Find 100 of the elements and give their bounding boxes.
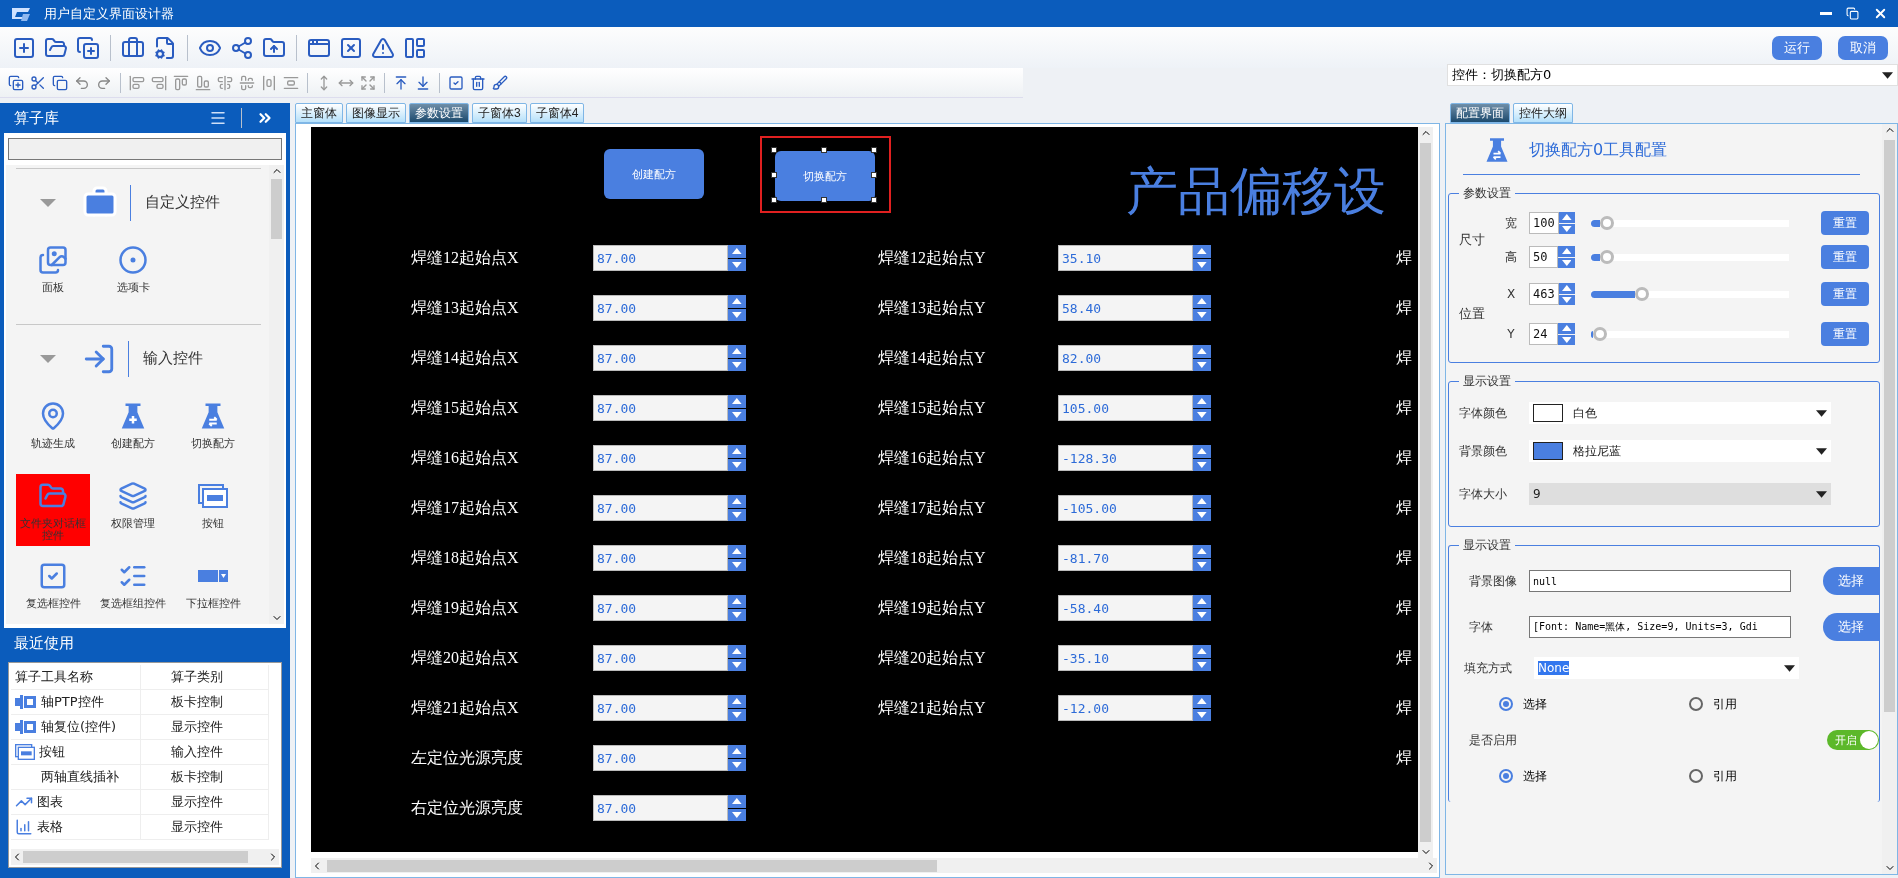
step-up-button[interactable]: [1193, 495, 1211, 508]
table-row[interactable]: 图表: [11, 790, 141, 815]
tab[interactable]: 图像显示: [346, 103, 406, 123]
number-field[interactable]: 87.00: [593, 395, 728, 421]
number-field[interactable]: 87.00: [593, 495, 728, 521]
radio-option[interactable]: 选择: [1499, 695, 1689, 713]
number-field[interactable]: 87.00: [593, 545, 728, 571]
step-down-button[interactable]: [728, 408, 746, 421]
text-field[interactable]: null: [1529, 570, 1791, 592]
step-up-button[interactable]: [728, 795, 746, 808]
library-item[interactable]: 复选框组控件: [96, 554, 170, 624]
number-field[interactable]: 87.00: [593, 245, 728, 271]
number-field[interactable]: 87.00: [593, 695, 728, 721]
number-field[interactable]: -58.40: [1058, 595, 1193, 621]
table-row[interactable]: 轴PTP控件: [11, 690, 141, 715]
radio-option[interactable]: 引用: [1689, 695, 1879, 713]
tab[interactable]: 参数设置: [409, 103, 469, 123]
step-down-button[interactable]: [1193, 708, 1211, 721]
scrollbar[interactable]: [311, 858, 1437, 873]
reset-button[interactable]: 重置: [1821, 282, 1869, 306]
number-field[interactable]: 58.40: [1058, 295, 1193, 321]
number-field[interactable]: 50: [1529, 246, 1558, 268]
table-row[interactable]: 按钮: [11, 740, 141, 765]
step-down-button[interactable]: [1193, 458, 1211, 471]
radio-button[interactable]: [1499, 769, 1513, 783]
color-dropdown[interactable]: 白色: [1529, 402, 1831, 424]
number-field[interactable]: 463: [1529, 283, 1559, 305]
resize-handle[interactable]: [871, 172, 877, 178]
step-down-button[interactable]: [1193, 308, 1211, 321]
number-field[interactable]: 87.00: [593, 295, 728, 321]
step-up-button[interactable]: [1193, 345, 1211, 358]
tab[interactable]: 子窗体4: [529, 103, 585, 123]
search-field[interactable]: [8, 138, 282, 160]
run-button[interactable]: 运行: [1772, 35, 1822, 60]
radio-option[interactable]: 选择: [1499, 767, 1689, 785]
step-down-button[interactable]: [728, 458, 746, 471]
step-down-button[interactable]: [728, 508, 746, 521]
step-up-button[interactable]: [1558, 246, 1575, 257]
step-up-button[interactable]: [728, 695, 746, 708]
number-field[interactable]: 82.00: [1058, 345, 1193, 371]
step-down-button[interactable]: [728, 658, 746, 671]
radio-option[interactable]: 引用: [1689, 767, 1879, 785]
step-up-button[interactable]: [728, 595, 746, 608]
step-down-button[interactable]: [728, 308, 746, 321]
table-row[interactable]: 两轴直线插补: [11, 765, 141, 790]
resize-handle[interactable]: [771, 147, 777, 153]
step-up-button[interactable]: [1193, 445, 1211, 458]
tab[interactable]: 子窗体3: [472, 103, 527, 123]
tab[interactable]: 配置界面: [1450, 103, 1510, 123]
tab[interactable]: 主窗体: [295, 103, 343, 123]
library-item[interactable]: 权限管理: [96, 474, 170, 546]
library-item[interactable]: 复选框控件: [16, 554, 90, 624]
slider[interactable]: [1591, 327, 1789, 341]
step-down-button[interactable]: [728, 758, 746, 771]
number-field[interactable]: -128.30: [1058, 445, 1193, 471]
color-dropdown[interactable]: 格拉尼蓝: [1529, 440, 1831, 462]
library-item[interactable]: 面板: [16, 238, 90, 310]
step-up-button[interactable]: [728, 545, 746, 558]
radio-button[interactable]: [1499, 697, 1513, 711]
number-field[interactable]: 100: [1529, 212, 1559, 234]
library-item[interactable]: 轨迹生成: [16, 394, 90, 466]
step-up-button[interactable]: [728, 245, 746, 258]
slider-thumb[interactable]: [1635, 287, 1650, 301]
number-field[interactable]: 87.00: [593, 595, 728, 621]
step-down-button[interactable]: [728, 558, 746, 571]
scrollbar[interactable]: [1418, 127, 1433, 858]
scrollbar[interactable]: [11, 849, 279, 865]
library-item[interactable]: 下拉框控件: [176, 554, 250, 624]
slider[interactable]: [1591, 287, 1789, 301]
slider-thumb[interactable]: [1600, 216, 1615, 230]
step-up-button[interactable]: [1193, 695, 1211, 708]
slider[interactable]: [1591, 216, 1789, 230]
tab[interactable]: 控件大纲: [1513, 103, 1573, 123]
resize-handle[interactable]: [771, 172, 777, 178]
canvas-button[interactable]: 创建配方: [604, 149, 704, 199]
number-field[interactable]: -81.70: [1058, 545, 1193, 571]
number-field[interactable]: 87.00: [593, 645, 728, 671]
step-up-button[interactable]: [1558, 323, 1575, 334]
step-down-button[interactable]: [1193, 358, 1211, 371]
select-button[interactable]: 选择: [1823, 613, 1879, 641]
step-down-button[interactable]: [728, 358, 746, 371]
radio-button[interactable]: [1689, 769, 1703, 783]
step-up-button[interactable]: [1193, 595, 1211, 608]
number-field[interactable]: 35.10: [1058, 245, 1193, 271]
step-down-button[interactable]: [1193, 258, 1211, 271]
number-field[interactable]: 87.00: [593, 795, 728, 821]
group-header[interactable]: 输入控件: [16, 324, 261, 392]
slider[interactable]: [1591, 250, 1789, 264]
resize-handle[interactable]: [871, 197, 877, 203]
resize-handle[interactable]: [821, 147, 827, 153]
step-up-button[interactable]: [1193, 645, 1211, 658]
reset-button[interactable]: 重置: [1821, 211, 1869, 235]
step-up-button[interactable]: [1193, 295, 1211, 308]
number-field[interactable]: 105.00: [1058, 395, 1193, 421]
step-up-button[interactable]: [1193, 245, 1211, 258]
step-down-button[interactable]: [1193, 558, 1211, 571]
number-field[interactable]: -105.00: [1058, 495, 1193, 521]
text-field[interactable]: [Font: Name=黑体, Size=9, Units=3, Gdi: [1529, 616, 1791, 638]
table-row[interactable]: 轴复位(控件): [11, 715, 141, 740]
step-up-button[interactable]: [1558, 283, 1575, 294]
